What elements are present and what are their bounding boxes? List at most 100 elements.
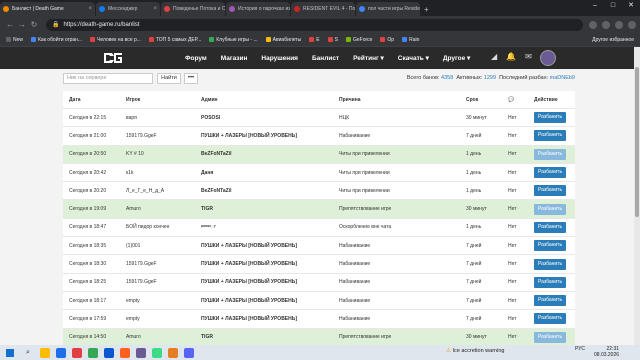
browser-tab[interactable]: Поведенье Потока и Скриптов× — [161, 2, 225, 16]
unban-button[interactable]: Разбанить — [534, 112, 566, 124]
cell-player[interactable]: empty — [126, 316, 201, 322]
cell-player[interactable]: 159179.GgeF — [126, 279, 201, 285]
bookmark-item[interactable]: Rain — [402, 37, 419, 43]
cell-admin[interactable]: TIGR — [201, 206, 339, 212]
unban-button[interactable]: Разбанить — [534, 167, 566, 179]
weather-notification[interactable]: ⚠ Ice accretion warning — [446, 348, 504, 354]
cell-admin[interactable]: BeZFoNTaZiI — [201, 188, 339, 194]
forward-icon[interactable]: → — [16, 20, 28, 29]
unban-button[interactable]: Разбанить — [534, 276, 566, 288]
site-menu-item[interactable]: Рейтинг ▾ — [353, 54, 384, 62]
bookmark-item[interactable]: Человек на все р... — [90, 37, 141, 43]
reload-icon[interactable]: ↻ — [28, 20, 40, 29]
cell-player[interactable]: Amuro — [126, 334, 201, 340]
extension-icon[interactable] — [589, 20, 597, 29]
bell-icon[interactable]: 🔔 — [506, 52, 516, 61]
cell-admin[interactable]: ПУШКИ + ЛАЗЕРЫ [НОВЫЙ УРОВЕНЬ] — [201, 243, 339, 249]
site-menu-item[interactable]: Нарушения — [261, 55, 298, 62]
find-button[interactable]: Найти — [157, 73, 181, 84]
site-menu-item[interactable]: Магазин — [221, 55, 248, 62]
cell-admin[interactable]: TIGR — [201, 334, 339, 340]
browser-tab[interactable]: История о парочках из де...× — [226, 2, 290, 16]
unban-button[interactable]: Разбанить — [534, 258, 566, 270]
search-icon[interactable]: ⌕ — [20, 349, 36, 357]
bookmark-item[interactable]: S — [327, 37, 338, 43]
other-bookmarks[interactable]: Другое избранное — [592, 37, 634, 43]
cell-player[interactable]: 159179.GgeF — [126, 133, 201, 139]
unban-button[interactable]: Разбанить — [534, 148, 566, 160]
unban-button[interactable]: Разбанить — [534, 313, 566, 325]
unban-button[interactable]: Разбанить — [534, 203, 566, 215]
search-input[interactable]: Ник на сервере — [63, 73, 153, 84]
cell-player[interactable]: БОЙ пидор кончен — [126, 224, 201, 230]
back-icon[interactable]: ← — [4, 20, 16, 29]
extension-icon[interactable] — [602, 20, 610, 29]
new-tab-button[interactable]: + — [424, 5, 429, 14]
browser-tab[interactable]: Мессенджер × — [96, 2, 160, 16]
taskbar-app-icon[interactable] — [184, 347, 194, 358]
tab-close-icon[interactable]: × — [151, 6, 157, 12]
cell-admin[interactable]: ПУШКИ + ЛАЗЕРЫ [НОВЫЙ УРОВЕНЬ] — [201, 261, 339, 267]
cell-player[interactable]: KY # 10 — [126, 151, 201, 157]
taskbar-app-icon[interactable] — [72, 347, 82, 358]
bookmark-item[interactable]: Клубные игры - ... — [209, 37, 258, 43]
cell-admin[interactable]: ᵖᵒᵐᵉʳ◌ʸ — [201, 224, 339, 230]
minimize-button[interactable]: – — [586, 0, 604, 12]
taskbar-app-icon[interactable] — [152, 347, 162, 358]
browser-tab[interactable]: Банлист | Death Game × — [0, 2, 95, 16]
browser-tab[interactable]: пол части игры Resident ne...× — [356, 2, 420, 16]
clock[interactable]: 22:31 08.03.2026 — [594, 346, 619, 358]
taskbar-app-icon[interactable] — [88, 347, 98, 358]
browser-tab[interactable]: RESIDENT EVIL 4 - Полное П...× — [291, 2, 355, 16]
cell-admin[interactable]: BeZFoNTaZiI — [201, 151, 339, 157]
site-menu-item[interactable]: Скачать ▾ — [398, 54, 429, 62]
unban-button[interactable]: Разбанить — [534, 331, 566, 343]
taskbar-app-icon[interactable] — [104, 347, 114, 358]
bookmark-item[interactable]: ТОП 5 самых ДЕР... — [148, 37, 201, 43]
bookmark-item[interactable]: E — [309, 37, 320, 43]
taskbar-app-icon[interactable] — [40, 347, 50, 358]
last-unban-value[interactable]: maDNEb9 — [550, 75, 575, 81]
language-indicator[interactable]: РУС — [575, 346, 585, 352]
site-menu-item[interactable]: Другое ▾ — [443, 54, 470, 62]
chart-icon[interactable]: ◢ — [491, 52, 497, 61]
taskbar-app-icon[interactable] — [168, 347, 178, 358]
page-scrollbar[interactable] — [634, 47, 640, 345]
unban-button[interactable]: Разбанить — [534, 240, 566, 252]
cell-player[interactable]: Amuro — [126, 206, 201, 212]
bookmark-item[interactable]: Op — [380, 37, 394, 43]
cell-player[interactable]: к1k — [126, 170, 201, 176]
more-button[interactable]: ••• — [184, 73, 198, 84]
unban-button[interactable]: Разбанить — [534, 130, 566, 142]
avatar[interactable] — [540, 50, 556, 66]
taskbar-app-icon[interactable] — [120, 347, 130, 358]
maximize-button[interactable]: □ — [604, 0, 622, 12]
profile-icon[interactable] — [615, 20, 623, 29]
bookmark-item[interactable]: GeForce — [345, 37, 372, 43]
bookmark-item[interactable]: New — [6, 37, 23, 43]
taskbar-app-icon[interactable] — [56, 347, 66, 358]
close-window-button[interactable]: ✕ — [622, 0, 640, 12]
cell-admin[interactable]: Даня — [201, 170, 339, 176]
tab-close-icon[interactable]: × — [86, 6, 92, 12]
start-button[interactable] — [0, 345, 20, 360]
cell-admin[interactable]: ПУШКИ + ЛАЗЕРЫ [НОВЫЙ УРОВЕНЬ] — [201, 316, 339, 322]
cell-admin[interactable]: POSOSI — [201, 115, 339, 121]
cell-player[interactable]: варя — [126, 115, 201, 121]
bookmark-item[interactable]: Как обойти огран... — [31, 37, 82, 43]
site-menu-item[interactable]: Банлист — [312, 55, 339, 62]
site-menu-item[interactable]: Форум — [185, 55, 207, 62]
cell-admin[interactable]: ПУШКИ + ЛАЗЕРЫ [НОВЫЙ УРОВЕНЬ] — [201, 279, 339, 285]
unban-button[interactable]: Разбанить — [534, 185, 566, 197]
unban-button[interactable]: Разбанить — [534, 295, 566, 307]
taskbar-app-icon[interactable] — [136, 347, 146, 358]
scrollbar-thumb[interactable] — [635, 67, 639, 217]
cell-admin[interactable]: ПУШКИ + ЛАЗЕРЫ [НОВЫЙ УРОВЕНЬ] — [201, 133, 339, 139]
unban-button[interactable]: Разбанить — [534, 221, 566, 233]
death-game-logo-icon[interactable] — [102, 50, 124, 66]
bookmark-item[interactable]: Авиабилеты — [265, 37, 301, 43]
cell-player[interactable]: 159179.GgeF — [126, 261, 201, 267]
menu-icon[interactable] — [628, 20, 636, 29]
cell-player[interactable]: Л_е_Г_е_Н_д_А — [126, 188, 201, 194]
cell-player[interactable]: empty — [126, 298, 201, 304]
